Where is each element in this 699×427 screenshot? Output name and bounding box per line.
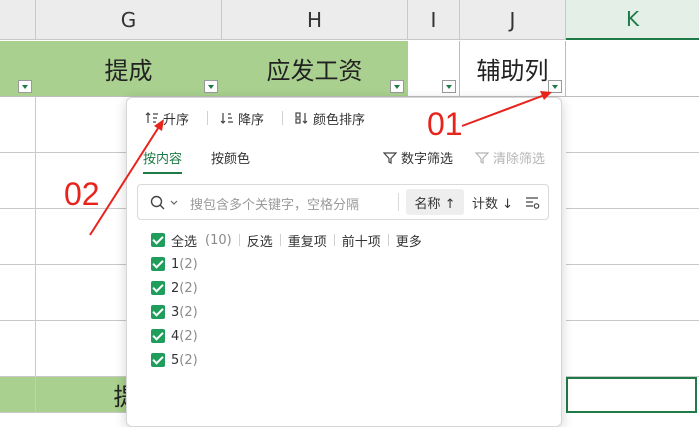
annotation-arrow-01: [461, 92, 551, 127]
annotation-label-02: 02: [64, 176, 100, 212]
annotation-arrows: [89, 91, 552, 236]
annotation-label-01: 01: [427, 106, 463, 142]
annotation-arrow-02: [89, 121, 163, 236]
arrowhead-icon: [154, 119, 164, 131]
